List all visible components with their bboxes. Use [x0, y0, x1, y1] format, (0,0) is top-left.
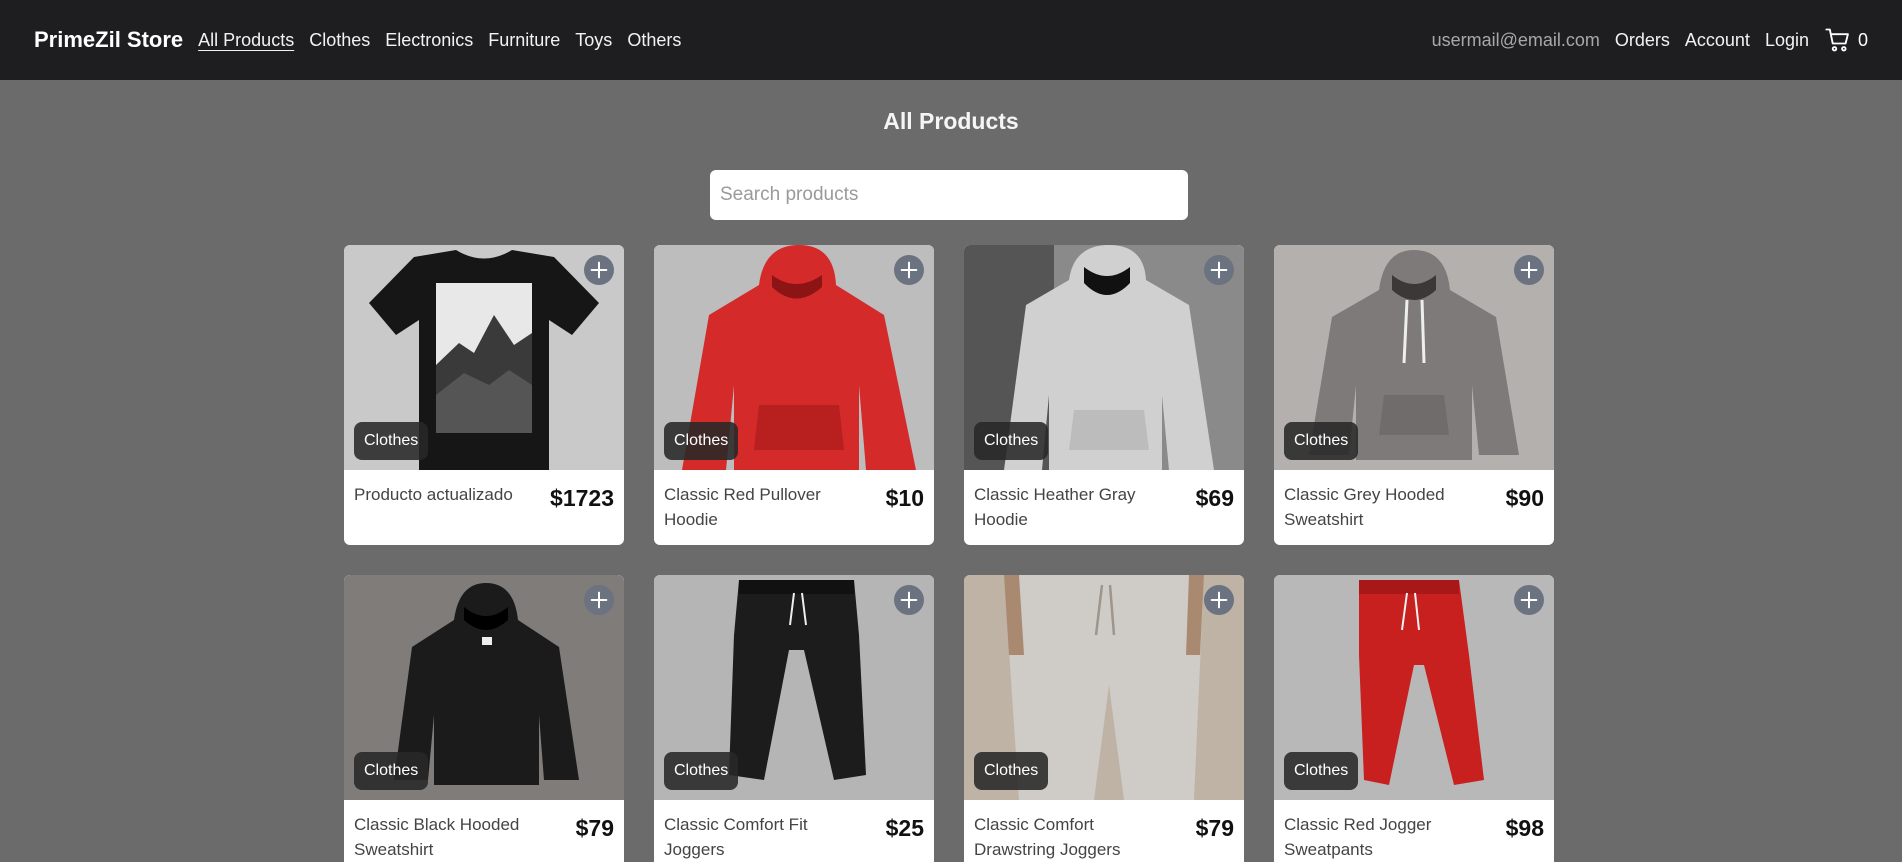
top-navbar: PrimeZil Store All Products Clothes Elec… [0, 0, 1902, 80]
cart-button[interactable]: 0 [1824, 26, 1868, 54]
nav-link-others[interactable]: Others [627, 30, 681, 51]
user-email: usermail@email.com [1431, 29, 1600, 50]
product-name: Classic Red Jogger Sweatpants [1284, 815, 1432, 859]
product-info: Classic Heather Gray Hoodie $69 [964, 470, 1244, 532]
plus-icon [590, 591, 608, 609]
product-price: $98 [1505, 815, 1544, 841]
product-price: $10 [885, 485, 924, 511]
plus-icon [900, 261, 918, 279]
shopping-cart-icon [1825, 28, 1849, 52]
product-price: $1723 [550, 485, 614, 511]
product-card[interactable]: Clothes Classic Red Jogger Sweatpants $9… [1274, 575, 1554, 862]
plus-icon [590, 261, 608, 279]
product-card[interactable]: Clothes Classic Comfort Drawstring Jogge… [964, 575, 1244, 862]
product-info: Classic Grey Hooded Sweatshirt $90 [1274, 470, 1554, 532]
product-price: $69 [1195, 485, 1234, 511]
product-name: Classic Red Pullover Hoodie [664, 485, 821, 529]
nav-link-login[interactable]: Login [1765, 30, 1809, 51]
plus-icon [1210, 261, 1228, 279]
product-name: Classic Black Hooded Sweatshirt [354, 815, 520, 859]
add-to-cart-button[interactable] [894, 585, 924, 615]
product-info: Producto actualizado $1723 [344, 470, 624, 512]
product-price: $25 [885, 815, 924, 841]
nav-link-account[interactable]: Account [1685, 30, 1750, 51]
product-name: Classic Comfort Drawstring Joggers [974, 815, 1121, 859]
product-image: Clothes [964, 245, 1244, 470]
category-badge: Clothes [664, 422, 739, 460]
page-title: All Products [883, 108, 1019, 134]
product-image: Clothes [344, 575, 624, 800]
add-to-cart-button[interactable] [584, 255, 614, 285]
category-badge: Clothes [1284, 422, 1359, 460]
plus-icon [1520, 591, 1538, 609]
product-grid: Clothes Producto actualizado $1723 Cloth… [344, 245, 1554, 862]
category-badge: Clothes [974, 752, 1049, 790]
product-info: Classic Comfort Fit Joggers $25 [654, 800, 934, 862]
product-price: $79 [575, 815, 614, 841]
category-badge: Clothes [664, 752, 739, 790]
product-card[interactable]: Clothes Classic Comfort Fit Joggers $25 [654, 575, 934, 862]
product-name: Classic Grey Hooded Sweatshirt [1284, 485, 1445, 529]
nav-link-orders[interactable]: Orders [1615, 30, 1670, 51]
cart-count: 0 [1857, 29, 1868, 50]
product-card[interactable]: Clothes Producto actualizado $1723 [344, 245, 624, 545]
nav-right: usermail@email.com Orders Account Login … [1432, 26, 1868, 54]
product-image: Clothes [654, 575, 934, 800]
product-price: $90 [1505, 485, 1544, 511]
product-name: Classic Comfort Fit Joggers [664, 815, 808, 859]
product-info: Classic Red Jogger Sweatpants $98 [1274, 800, 1554, 862]
nav-link-electronics[interactable]: Electronics [385, 30, 473, 51]
nav-link-all-products[interactable]: All Products [198, 30, 294, 51]
add-to-cart-button[interactable] [1514, 585, 1544, 615]
plus-icon [900, 591, 918, 609]
category-badge: Clothes [354, 752, 429, 790]
nav-link-furniture[interactable]: Furniture [488, 30, 560, 51]
product-name: Producto actualizado [354, 485, 513, 504]
plus-icon [1210, 591, 1228, 609]
product-image: Clothes [1274, 245, 1554, 470]
plus-icon [1520, 261, 1538, 279]
product-image: Clothes [964, 575, 1244, 800]
product-card[interactable]: Clothes Classic Black Hooded Sweatshirt … [344, 575, 624, 862]
add-to-cart-button[interactable] [1204, 255, 1234, 285]
nav-link-toys[interactable]: Toys [575, 30, 612, 51]
product-info: Classic Red Pullover Hoodie $10 [654, 470, 934, 532]
category-badge: Clothes [1284, 752, 1359, 790]
product-info: Classic Black Hooded Sweatshirt $79 [344, 800, 624, 862]
product-card[interactable]: Clothes Classic Heather Gray Hoodie $69 [964, 245, 1244, 545]
brand-logo[interactable]: PrimeZil Store [34, 27, 183, 53]
product-price: $79 [1195, 815, 1234, 841]
search-input[interactable] [710, 170, 1188, 220]
category-badge: Clothes [974, 422, 1049, 460]
product-card[interactable]: Clothes Classic Red Pullover Hoodie $10 [654, 245, 934, 545]
category-badge: Clothes [354, 422, 429, 460]
nav-left: PrimeZil Store All Products Clothes Elec… [34, 27, 696, 53]
add-to-cart-button[interactable] [584, 585, 614, 615]
add-to-cart-button[interactable] [1204, 585, 1234, 615]
product-card[interactable]: Clothes Classic Grey Hooded Sweatshirt $… [1274, 245, 1554, 545]
product-image: Clothes [654, 245, 934, 470]
add-to-cart-button[interactable] [1514, 255, 1544, 285]
add-to-cart-button[interactable] [894, 255, 924, 285]
nav-link-clothes[interactable]: Clothes [309, 30, 370, 51]
product-image: Clothes [1274, 575, 1554, 800]
product-name: Classic Heather Gray Hoodie [974, 485, 1136, 529]
product-info: Classic Comfort Drawstring Joggers $79 [964, 800, 1244, 862]
product-image: Clothes [344, 245, 624, 470]
